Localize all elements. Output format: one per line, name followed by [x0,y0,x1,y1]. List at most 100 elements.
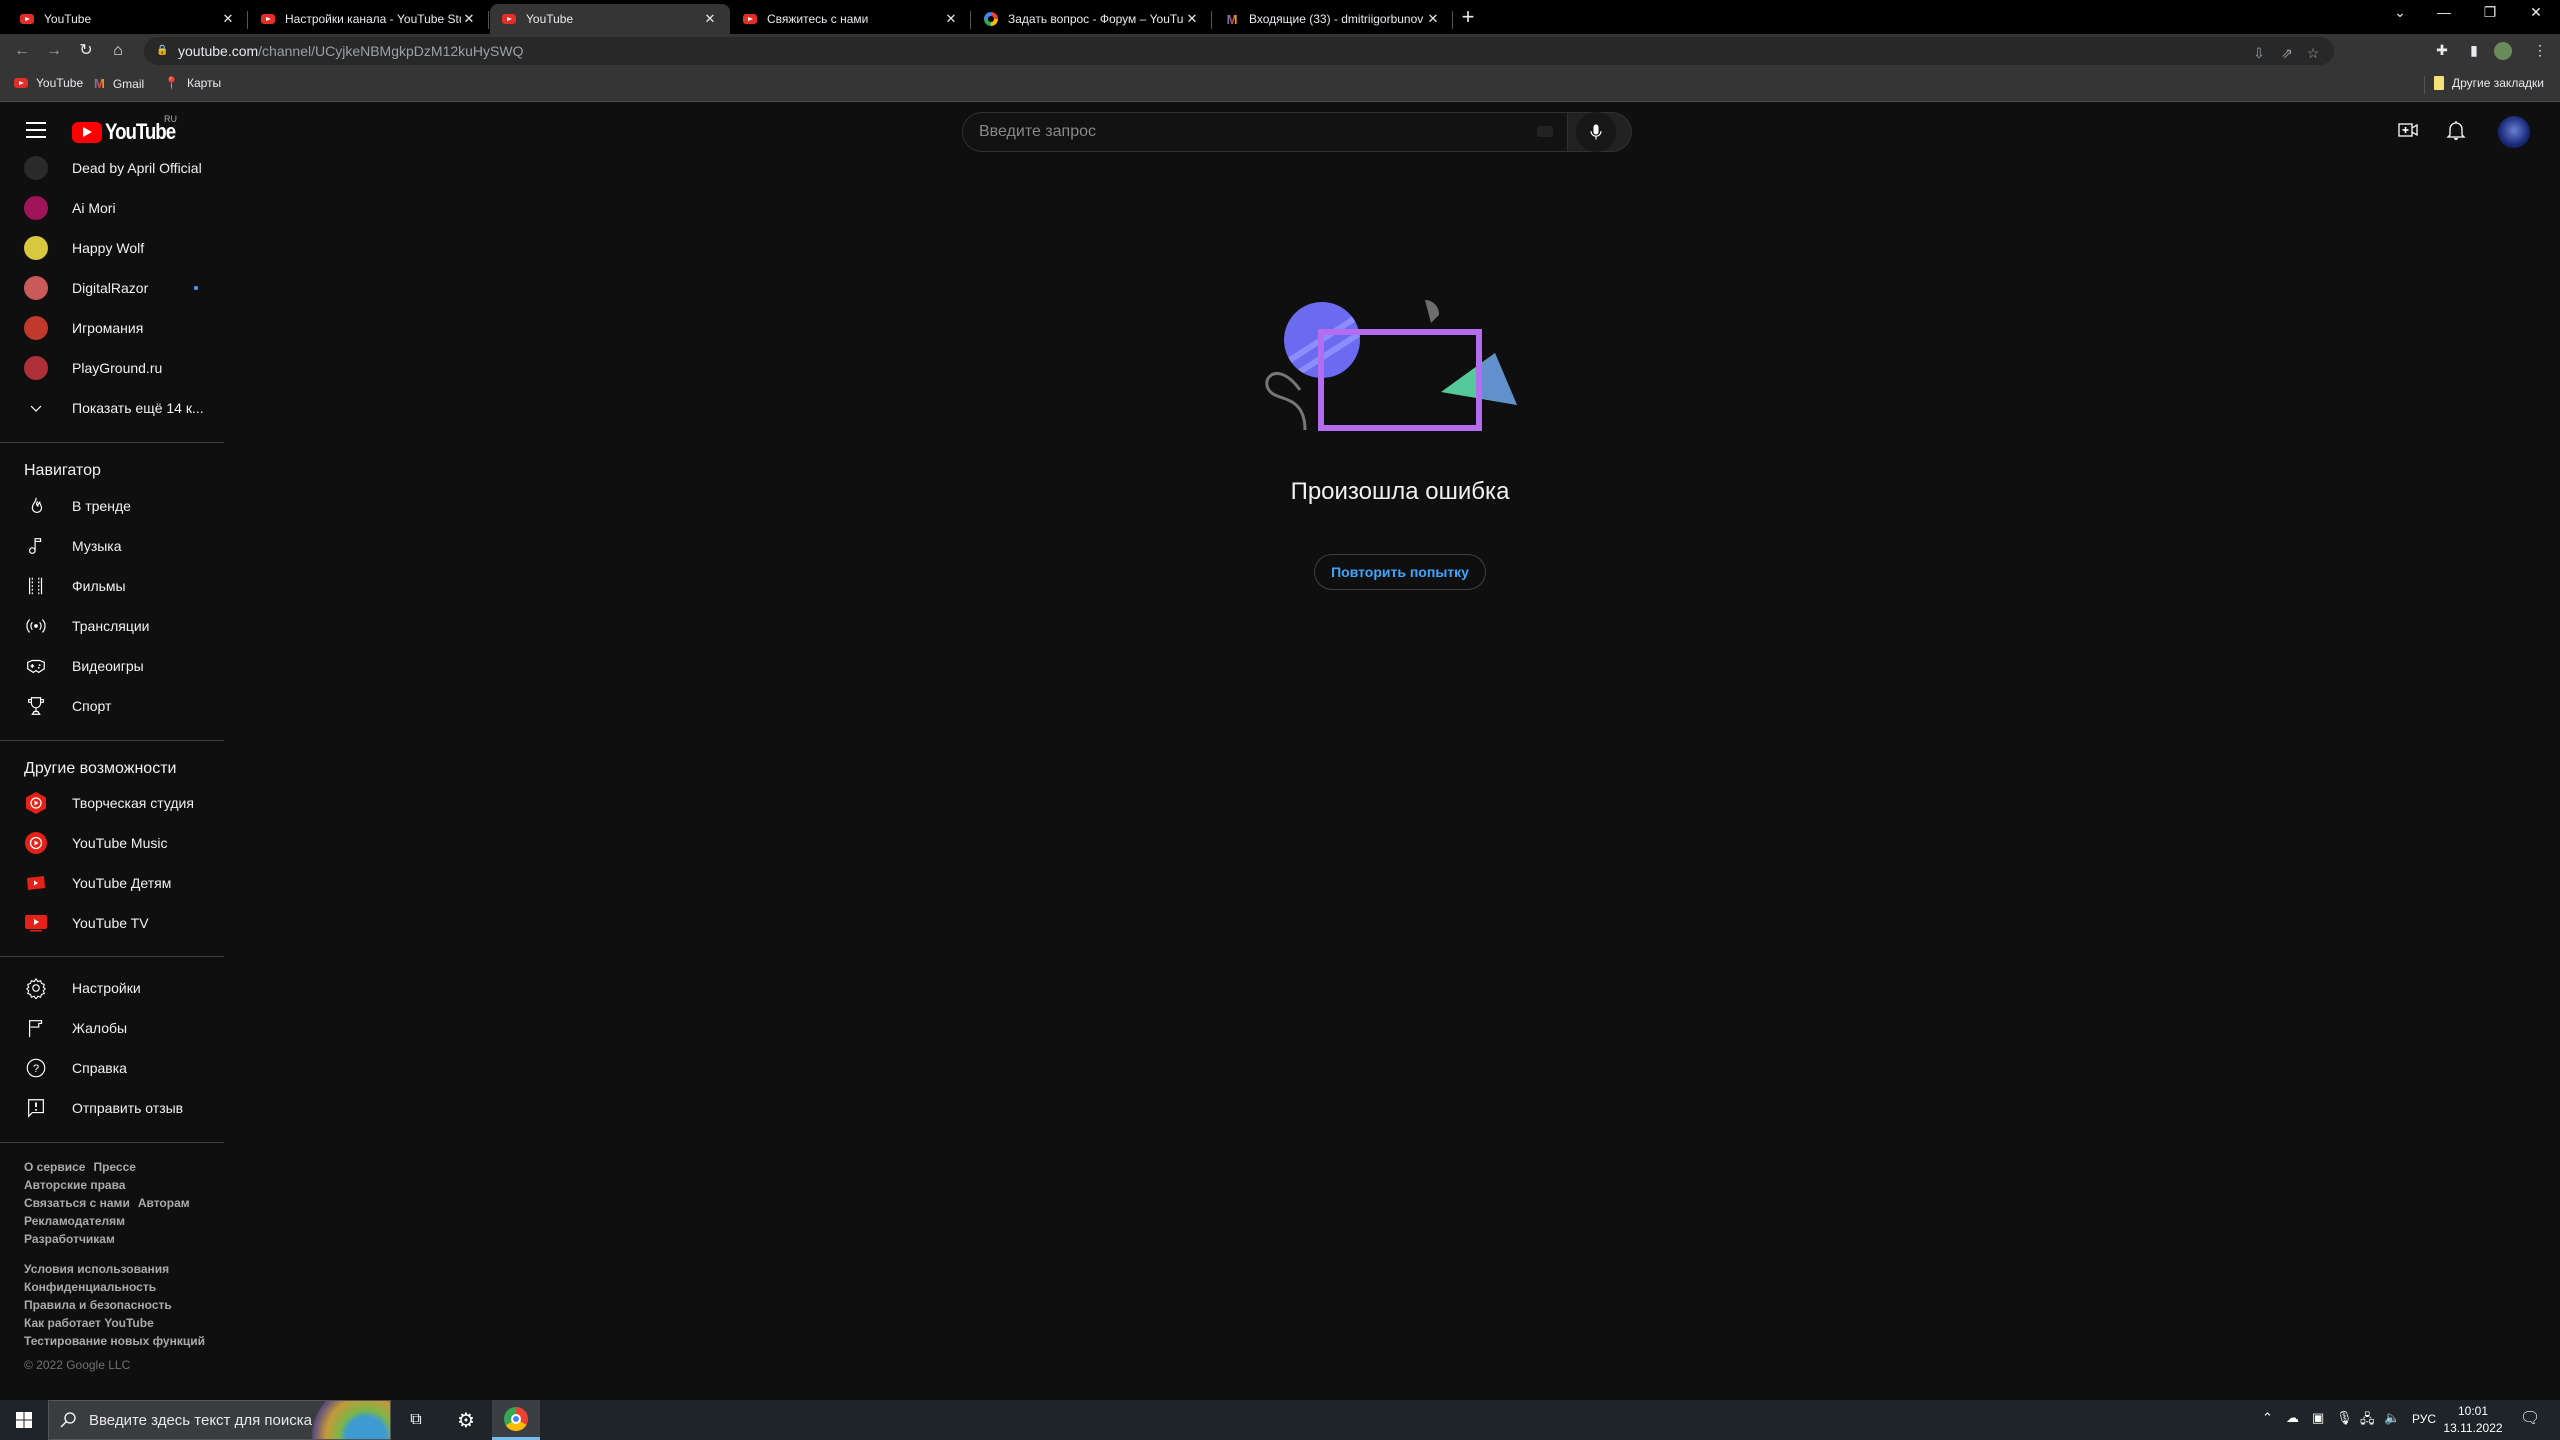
restore-button[interactable]: ❐ [2470,4,2510,26]
settings-app[interactable]: ⚙ [442,1400,490,1440]
keyboard-icon[interactable] [1537,126,1553,137]
bookmark-item[interactable]: YouTube [14,76,83,90]
minimize-button[interactable]: — [2424,4,2464,26]
sidebar-item[interactable]: Творческая студия [0,783,224,823]
sidebar-item[interactable]: Жалобы [0,1008,224,1048]
subscription-item[interactable]: Happy Wolf [0,228,224,268]
footer-link[interactable]: Авторские права [24,1178,125,1192]
youtube-icon [261,12,275,26]
install-app-icon[interactable]: ⇩ [2250,45,2268,63]
browser-tab[interactable]: M Входящие (33) - dmitriigorbunov ✕ [1213,4,1453,34]
forward-button[interactable]: → [42,39,66,63]
sidebar-item[interactable]: Видеоигры [0,646,224,686]
language-indicator[interactable]: РУС [2412,1412,2436,1426]
notifications-button[interactable] [2444,118,2468,142]
browser-tab[interactable]: Свяжитесь с нами ✕ [731,4,971,34]
close-tab-icon[interactable]: ✕ [220,11,236,27]
onedrive-icon[interactable]: ☁ [2286,1410,2299,1426]
subscription-item[interactable]: PlayGround.ru [0,348,224,388]
volume-icon[interactable]: 🔈 [2384,1410,2400,1426]
notifications-icon[interactable]: 🗨 [2520,1408,2540,1428]
sidebar: Dead by April Official Ai Mori Happy Wolf D… [0,156,224,1400]
footer-link[interactable]: О сервисе [24,1160,85,1174]
close-tab-icon[interactable]: ✕ [943,11,959,27]
account-avatar[interactable] [2498,116,2530,148]
subscription-item[interactable]: Игромания [0,308,224,348]
sidebar-item[interactable]: Трансляции [0,606,224,646]
half-circle-shape [1425,299,1440,323]
browser-tab[interactable]: Настройки канала - YouTube Studio✕ [249,4,489,34]
footer-link[interactable]: Рекламодателям [24,1214,125,1228]
footer-link[interactable]: Конфиденциальность [24,1280,156,1294]
back-button[interactable]: ← [10,39,34,63]
camera-icon[interactable]: ▣ [2312,1410,2324,1426]
hamburger-menu-icon[interactable] [24,118,48,142]
sidebar-item[interactable]: YouTube Детям [0,863,224,903]
browser-tab[interactable]: YouTube ✕ [490,4,730,34]
gmail-icon: M [94,76,105,91]
bookmarks-bar: YouTube M Gmail 📍 Карты Другие закладки [0,68,2560,102]
sidebar-item[interactable]: Отправить отзыв [0,1088,224,1128]
footer-link[interactable]: Прессе [93,1160,136,1174]
create-video-button[interactable] [2396,118,2420,142]
reload-button[interactable]: ↻ [74,39,98,63]
sidebar-item[interactable]: YouTube TV [0,903,224,943]
error-title: Произошла ошибка [1290,478,1510,505]
footer-link[interactable]: Тестирование новых функций [24,1334,205,1348]
taskbar-search[interactable]: Введите здесь текст для поиска [48,1400,391,1440]
tab-search-icon[interactable]: ⌄ [2380,4,2420,26]
browser-tab[interactable]: YouTube ✕ [8,4,248,34]
extensions-icon[interactable]: ✚ [2432,42,2452,62]
channel-avatar [24,356,48,380]
voice-search-button[interactable] [1576,112,1616,152]
menu-kebab-icon[interactable]: ⋮ [2530,42,2550,62]
start-button[interactable] [0,1400,48,1440]
bookmark-item[interactable]: M Gmail [94,76,144,91]
channel-avatar [24,156,48,180]
tab-separator [970,11,971,29]
footer-link[interactable]: Правила и безопасность [24,1298,172,1312]
bookmark-item[interactable]: 📍 Карты [164,76,221,90]
chrome-app[interactable] [492,1400,540,1440]
tab-strip: YouTube✕Настройки канала - YouTube Studi… [0,0,2560,34]
sidebar-item[interactable]: В тренде [0,486,224,526]
microphone-icon[interactable]: 🎙 [2336,1410,2353,1426]
sidebar-item[interactable]: YouTube Music [0,823,224,863]
new-tab-button[interactable]: + [1456,6,1480,30]
close-tab-icon[interactable]: ✕ [461,11,477,27]
sidebar-item[interactable]: Фильмы [0,566,224,606]
sidebar-item[interactable]: Настройки [0,968,224,1008]
other-bookmarks[interactable]: Другие закладки [2434,76,2544,90]
share-icon[interactable]: ⇗ [2278,45,2296,63]
close-tab-icon[interactable]: ✕ [1425,11,1441,27]
footer-link[interactable]: Связаться с нами [24,1196,130,1210]
network-icon[interactable]: 🖧 [2360,1410,2375,1432]
subscription-item[interactable]: Dead by April Official [0,148,224,188]
profile-avatar[interactable] [2494,42,2512,60]
sidebar-item-label: Отправить отзыв [72,1100,184,1116]
task-view-button[interactable]: ⧉ [392,1400,440,1440]
show-hidden-icons[interactable]: ⌃ [2262,1410,2273,1426]
close-window-button[interactable]: ✕ [2516,4,2556,26]
close-tab-icon[interactable]: ✕ [1184,11,1200,27]
youtube-logo[interactable]: YouTube RU [72,114,187,145]
footer-link[interactable]: Условия использования [24,1262,169,1276]
close-tab-icon[interactable]: ✕ [702,11,718,27]
sidebar-item[interactable]: Музыка [0,526,224,566]
sidebar-item[interactable]: Спорт [0,686,224,726]
footer-link[interactable]: Авторам [138,1196,190,1210]
footer-link[interactable]: Как работает YouTube [24,1316,154,1330]
bookmark-star-icon[interactable]: ☆ [2304,45,2322,63]
side-panel-icon[interactable]: ▮ [2464,42,2484,62]
subscription-item[interactable]: Ai Mori [0,188,224,228]
home-button[interactable]: ⌂ [106,39,130,63]
show-more-subscriptions[interactable]: Показать ещё 14 к... [0,388,224,428]
search-input[interactable] [979,123,1459,141]
sidebar-item[interactable]: ? Справка [0,1048,224,1088]
retry-button[interactable]: Повторить попытку [1314,554,1486,590]
address-bar[interactable]: 🔒 youtube.com/channel/UCyjkeNBMgkpDzM12k… [144,37,2334,65]
clock[interactable]: 10:01 13.11.2022 [2438,1403,2508,1437]
subscription-item[interactable]: DigitalRazor [0,268,224,308]
browser-tab[interactable]: Задать вопрос - Форум – YouTube ✕ [972,4,1212,34]
footer-link[interactable]: Разработчикам [24,1232,115,1246]
